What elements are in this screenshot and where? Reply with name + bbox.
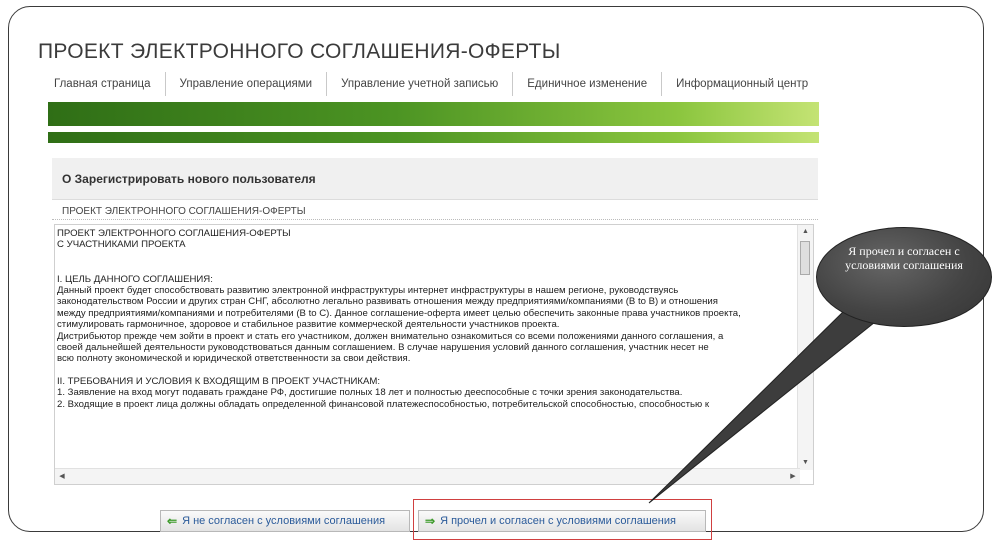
agreement-line: законодательством России и других стран … (57, 296, 718, 308)
agreement-line: Дистрибьютор прежде чем зойти в проект и… (57, 330, 724, 342)
agreement-textbox[interactable]: ПРОЕКТ ЭЛЕКТРОННОГО СОГЛАШЕНИЯ-ОФЕРТЫ С … (54, 224, 814, 485)
divider (52, 219, 818, 220)
scroll-left-icon[interactable]: ◀ (55, 469, 69, 484)
green-banner (48, 102, 819, 126)
nav-tab-single-change[interactable]: Единичное изменение (513, 72, 663, 96)
agreement-line (57, 251, 797, 262)
green-stripe (48, 132, 819, 143)
agreement-line: С УЧАСТНИКАМИ ПРОЕКТА (57, 239, 186, 251)
slide-title: ПРОЕКТ ЭЛЕКТРОННОГО СОГЛАШЕНИЯ-ОФЕРТЫ (38, 40, 561, 63)
agreement-line (57, 365, 797, 376)
callout-text: Я прочел и согласен с условиями соглашен… (845, 244, 963, 272)
scroll-down-icon[interactable]: ▼ (798, 456, 813, 470)
agreement-line: между предприятиями/компаниями и потреби… (57, 307, 741, 319)
agreement-line: 2. Входящие в проект лица должны обладат… (57, 398, 710, 410)
top-navigation: Главная страница Управление операциями У… (40, 72, 819, 98)
registration-header: О Зарегистрировать нового пользователя (52, 158, 818, 200)
agreement-line: Данный проект будет способствовать разви… (57, 284, 679, 296)
nav-tab-home[interactable]: Главная страница (40, 72, 166, 96)
agreement-line: I. ЦЕЛЬ ДАННОГО СОГЛАШЕНИЯ: (57, 273, 213, 285)
agreement-text: ПРОЕКТ ЭЛЕКТРОННОГО СОГЛАШЕНИЯ-ОФЕРТЫ С … (57, 228, 797, 410)
vertical-scrollbar[interactable]: ▲ ▼ (797, 225, 813, 470)
nav-tab-account[interactable]: Управление учетной записью (327, 72, 514, 96)
nav-tab-info-center[interactable]: Информационный центр (662, 72, 822, 96)
agreement-line (57, 262, 797, 273)
scroll-right-icon[interactable]: ▶ (786, 469, 800, 484)
agreement-line: стимулировать гармоничное, здоровое и ст… (57, 319, 560, 331)
scroll-thumb[interactable] (800, 241, 810, 275)
horizontal-scrollbar[interactable]: ◀ ▶ (55, 468, 800, 484)
agreement-line: ПРОЕКТ ЭЛЕКТРОННОГО СОГЛАШЕНИЯ-ОФЕРТЫ (57, 228, 291, 239)
decline-button-label: Я не согласен с условиями соглашения (182, 515, 386, 527)
registration-title: О Зарегистрировать нового пользователя (62, 172, 316, 186)
accept-highlight-box (413, 499, 712, 540)
decline-button[interactable]: ⇐ Я не согласен с условиями соглашения (160, 510, 410, 532)
scroll-up-icon[interactable]: ▲ (798, 225, 813, 239)
agreement-line: 1. Заявление на вход могут подавать граж… (57, 387, 683, 399)
document-subheader: ПРОЕКТ ЭЛЕКТРОННОГО СОГЛАШЕНИЯ-ОФЕРТЫ (62, 206, 306, 217)
nav-tab-operations[interactable]: Управление операциями (166, 72, 328, 96)
agreement-line: II. ТРЕБОВАНИЯ И УСЛОВИЯ К ВХОДЯЩИМ В ПР… (57, 376, 381, 388)
arrow-left-icon: ⇐ (167, 514, 178, 528)
agreement-line: всю полноту экономической и юридической … (57, 353, 411, 365)
callout-bubble (816, 227, 992, 327)
agreement-line: своей дальнейшей деятельности руководств… (57, 341, 709, 353)
